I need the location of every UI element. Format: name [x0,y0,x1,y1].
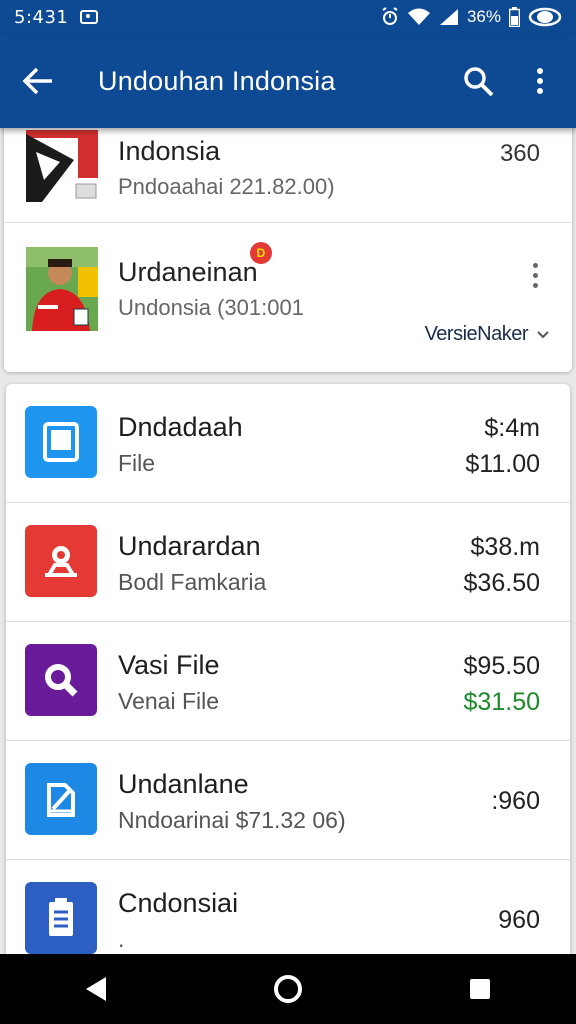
item-name: Dndadaah [118,412,243,442]
app-bar: Undouhan Indonsia [0,34,576,128]
page-title: Undouhan Indonsia [98,65,336,96]
battery-icon [509,7,520,27]
item-price-secondary: $31.50 [463,688,540,716]
item-price-secondary: $11.00 [465,450,540,478]
item-name: Vasi File [118,650,220,680]
dropdown-label: VersieNaker [424,323,529,345]
tablet-icon [25,406,97,478]
status-icons: 36% [381,7,562,27]
person-photo-thumbnail [26,247,98,331]
item-name: Cndonsiai [118,888,239,918]
item-price: 960 [498,906,540,934]
system-nav-bar [0,954,576,1024]
home-circle-icon[interactable] [258,959,318,1019]
back-triangle-icon[interactable] [66,959,126,1019]
eye-icon [528,7,562,27]
magnifier-icon [25,644,97,716]
list-item[interactable]: Undarardan Bodl Famkaria $38.m $36.50 [6,503,570,622]
item-subtitle: . [118,926,125,952]
item-price-secondary: $36.50 [463,569,540,597]
item-subtitle: Pndoaahai 221.82.00) [118,174,335,199]
flag-logo-thumbnail [26,130,98,202]
file-list: Dndadaah File $:4m $11.00 Undarardan Bod… [6,384,570,954]
list-item[interactable]: Urdaneinan D Undonsia (301:001 VersieNak… [4,223,572,371]
wifi-icon [407,8,431,26]
list-item[interactable]: Dndadaah File $:4m $11.00 [6,384,570,503]
notification-icon [80,10,99,24]
recents-square-icon[interactable] [450,959,510,1019]
item-subtitle: File [118,450,156,476]
item-title: Urdaneinan [118,257,258,287]
chevron-down-icon [537,330,549,338]
item-title: Indonsia [118,136,221,166]
item-name: Undarardan [118,531,261,561]
document-list-icon [25,882,97,954]
status-badge: D [250,242,272,264]
version-dropdown[interactable]: VersieNaker [425,323,550,346]
item-price: $:4m [484,414,540,442]
item-subtitle: Nndoarinai $71.32 06) [118,807,346,833]
item-name: Undanlane [118,769,249,799]
item-value: 360 [499,140,540,167]
battery-percent: 36% [466,7,501,26]
item-price: $95.50 [463,652,540,680]
item-subtitle: Venai File [118,688,220,714]
alarm-icon [381,7,399,27]
more-vert-icon[interactable] [516,57,564,105]
webcam-icon [25,525,97,597]
back-arrow-icon[interactable] [18,61,58,101]
list-item[interactable]: Vasi File Venai File $95.50 $31.50 [6,622,570,741]
list-item[interactable]: Undanlane Nndoarinai $71.32 06) :960 [6,741,570,860]
status-time: 5:431 [14,6,69,28]
list-item[interactable]: Cndonsiai . 960 [6,860,570,954]
item-subtitle: Undonsia (301:001 [118,295,304,320]
edit-document-icon [25,763,97,835]
app-bar-actions [454,57,576,105]
item-price: $38.m [470,533,540,561]
status-bar: 5:431 36% [0,0,576,34]
list-item[interactable]: Indonsia Pndoaahai 221.82.00) 360 [4,122,572,223]
top-card: Indonsia Pndoaahai 221.82.00) 360 Urdane… [4,122,572,372]
search-icon[interactable] [454,57,502,105]
item-subtitle: Bodl Famkaria [118,569,267,595]
item-price: :960 [491,787,540,815]
more-vert-icon[interactable] [530,263,540,291]
signal-icon [439,8,459,26]
